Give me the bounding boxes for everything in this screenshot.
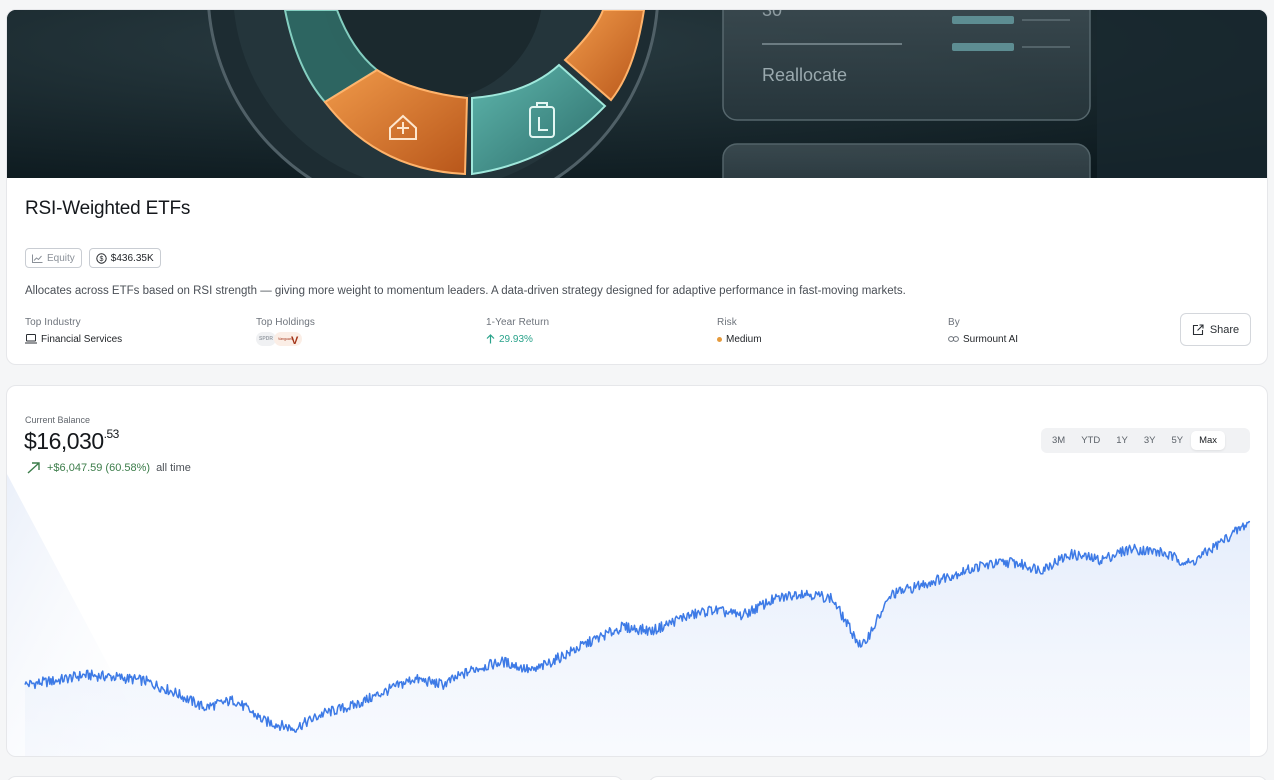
svg-text:$: $ bbox=[99, 256, 103, 263]
hero-reallocate-text: Reallocate bbox=[762, 65, 847, 85]
tag-row: Equity $ $436.35K bbox=[25, 248, 161, 268]
strategy-title: RSI-Weighted ETFs bbox=[25, 198, 191, 219]
range-5y-button[interactable]: 5Y bbox=[1163, 431, 1191, 450]
current-balance-value: $16,030.53 bbox=[24, 427, 120, 455]
risk-value: Medium bbox=[717, 332, 762, 346]
balance-change-value: +$6,047.59 (60.58%) bbox=[47, 462, 151, 474]
external-share-icon bbox=[1192, 323, 1204, 335]
top-holdings-label: Top Holdings bbox=[256, 317, 316, 328]
one-year-return-value: 29.93% bbox=[486, 332, 549, 346]
laptop-icon bbox=[25, 334, 37, 344]
meta-top-industry: Top Industry Financial Services bbox=[25, 317, 122, 346]
share-button[interactable]: Share bbox=[1180, 313, 1251, 346]
risk-text: Medium bbox=[726, 333, 762, 345]
equity-tag-label: Equity bbox=[47, 252, 75, 264]
by-value: Surmount AI bbox=[948, 332, 1018, 346]
top-industry-value: Financial Services bbox=[25, 332, 122, 346]
range-3y-button[interactable]: 3Y bbox=[1136, 431, 1164, 450]
range-1y-button[interactable]: 1Y bbox=[1108, 431, 1136, 450]
aum-tag: $ $436.35K bbox=[88, 248, 161, 268]
balance-change-period: all time bbox=[156, 462, 191, 474]
hero-image: 30 Reallocate bbox=[7, 10, 1267, 178]
arrow-up-icon bbox=[486, 334, 495, 344]
line-chart-icon bbox=[32, 254, 43, 263]
aum-tag-label: $436.35K bbox=[110, 252, 154, 264]
balance-cents: .53 bbox=[103, 427, 120, 442]
vanguard-logo-icon: Vanguard V bbox=[278, 335, 299, 345]
bottom-card-left bbox=[6, 776, 624, 780]
one-year-return-label: 1-Year Return bbox=[486, 317, 550, 328]
equity-tag: Equity bbox=[25, 248, 82, 268]
strategy-card: 30 Reallocate RSI-Weighted ETFs Equity $… bbox=[6, 9, 1268, 365]
range-ytd-button[interactable]: YTD bbox=[1073, 431, 1108, 450]
trend-up-arrow-icon bbox=[27, 462, 40, 474]
current-balance-label: Current Balance bbox=[25, 415, 91, 425]
balance-change: +$6,047.59 (60.58%) all time bbox=[27, 462, 191, 474]
time-range-selector: 3M YTD 1Y 3Y 5Y Max bbox=[1041, 428, 1250, 453]
bottom-card-right bbox=[648, 776, 1268, 780]
range-max-button[interactable]: Max bbox=[1191, 431, 1226, 450]
dollar-coin-icon: $ bbox=[96, 252, 107, 264]
risk-medium-dot-icon bbox=[717, 336, 722, 342]
svg-text:V: V bbox=[291, 335, 299, 345]
performance-card: Current Balance $16,030.53 +$6,047.59 (6… bbox=[6, 385, 1268, 757]
one-year-return-text: 29.93% bbox=[499, 333, 533, 345]
by-text[interactable]: Surmount AI bbox=[963, 334, 1018, 345]
share-button-label: Share bbox=[1209, 323, 1240, 336]
meta-one-year-return: 1-Year Return 29.93% bbox=[486, 317, 549, 346]
balance-chart bbox=[7, 474, 1251, 756]
by-label: By bbox=[948, 317, 960, 328]
link-icon bbox=[948, 336, 959, 342]
holding-logo-spdr[interactable]: SPDR bbox=[256, 332, 276, 346]
strategy-description: Allocates across ETFs based on RSI stren… bbox=[25, 285, 906, 297]
balance-dollars: $16,030 bbox=[24, 428, 104, 454]
meta-risk: Risk Medium bbox=[717, 317, 762, 346]
range-3m-button[interactable]: 3M bbox=[1044, 431, 1073, 450]
risk-label: Risk bbox=[717, 317, 737, 328]
holding-logo-vanguard[interactable]: Vanguard V bbox=[274, 332, 302, 346]
top-industry-text: Financial Services bbox=[41, 333, 123, 345]
top-industry-label: Top Industry bbox=[25, 317, 81, 328]
hero-partial-text: 30 bbox=[762, 10, 782, 20]
meta-by: By Surmount AI bbox=[948, 317, 1018, 346]
top-holdings-logos: SPDR Vanguard V bbox=[256, 332, 315, 346]
meta-top-holdings: Top Holdings SPDR Vanguard V bbox=[256, 317, 315, 346]
